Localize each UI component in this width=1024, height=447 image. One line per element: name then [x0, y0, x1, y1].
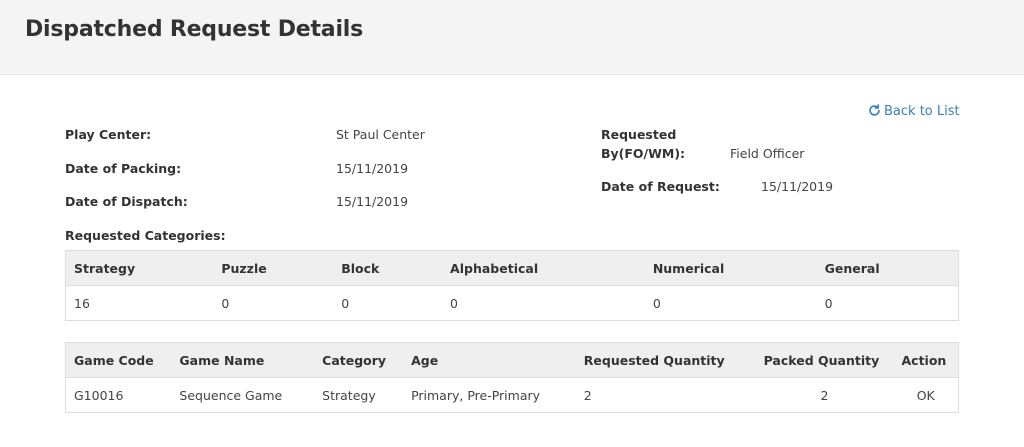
- age-cell: Primary, Pre-Primary: [411, 387, 541, 403]
- date-of-packing-value: 15/11/2019: [336, 161, 409, 176]
- date-of-request-label: Date of Request:: [601, 179, 720, 194]
- date-of-dispatch-value: 15/11/2019: [336, 194, 409, 209]
- table-row: 16 0 0 0 0 0: [66, 286, 959, 321]
- play-center-value: St Paul Center: [336, 127, 425, 142]
- col-alphabetical: Alphabetical: [442, 250, 645, 286]
- game-name-cell: Sequence Game: [179, 387, 283, 403]
- games-header-row: Game Code Game Name Category Age Request…: [65, 342, 959, 378]
- col-block: Block: [333, 250, 443, 286]
- packed-quantity-cell: 2: [820, 387, 829, 403]
- page-title: Dispatched Request Details: [25, 17, 364, 42]
- col-game-name: Game Name: [171, 342, 315, 378]
- col-category: Category: [314, 342, 404, 378]
- alphabetical-value: 0: [450, 295, 458, 311]
- general-value: 0: [824, 295, 833, 311]
- date-of-packing-label: Date of Packing:: [65, 161, 182, 176]
- requested-by-label-line1: Requested: [601, 127, 677, 142]
- col-game-code: Game Code: [65, 342, 172, 378]
- strategy-value: 16: [74, 295, 90, 311]
- requested-quantity-cell: 2: [583, 387, 592, 403]
- puzzle-value: 0: [221, 295, 230, 311]
- col-age: Age: [403, 342, 576, 378]
- table-row: G10016 Sequence Game Strategy Primary, P…: [66, 378, 959, 413]
- back-to-list-label: Back to List: [884, 104, 960, 119]
- date-of-request-value: 15/11/2019: [761, 179, 834, 194]
- col-action: Action: [893, 342, 959, 378]
- back-to-list-link[interactable]: Back to List: [868, 104, 960, 119]
- games-table: Game Code Game Name Category Age Request…: [65, 342, 959, 413]
- col-requested-quantity: Requested Quantity: [575, 342, 756, 378]
- date-of-dispatch-label: Date of Dispatch:: [65, 194, 188, 209]
- page-header: Dispatched Request Details: [0, 0, 1024, 75]
- game-code-cell: G10016: [74, 387, 124, 403]
- refresh-icon: [869, 104, 880, 116]
- col-strategy: Strategy: [65, 250, 214, 286]
- play-center-label: Play Center:: [65, 127, 152, 142]
- requested-categories-title: Requested Categories:: [65, 228, 226, 243]
- col-numerical: Numerical: [644, 250, 817, 286]
- col-packed-quantity: Packed Quantity: [755, 342, 894, 378]
- categories-table: Strategy Puzzle Block Alphabetical Numer…: [65, 250, 959, 321]
- category-cell: Strategy: [322, 387, 376, 403]
- requested-by-label-line2: By(FO/WM):: [601, 146, 686, 161]
- requested-by-value: Field Officer: [730, 146, 805, 161]
- col-general: General: [816, 250, 959, 286]
- numerical-value: 0: [652, 295, 661, 311]
- block-value: 0: [341, 295, 350, 311]
- action-ok-button[interactable]: OK: [894, 378, 959, 413]
- categories-header-row: Strategy Puzzle Block Alphabetical Numer…: [65, 250, 959, 286]
- col-puzzle: Puzzle: [213, 250, 334, 286]
